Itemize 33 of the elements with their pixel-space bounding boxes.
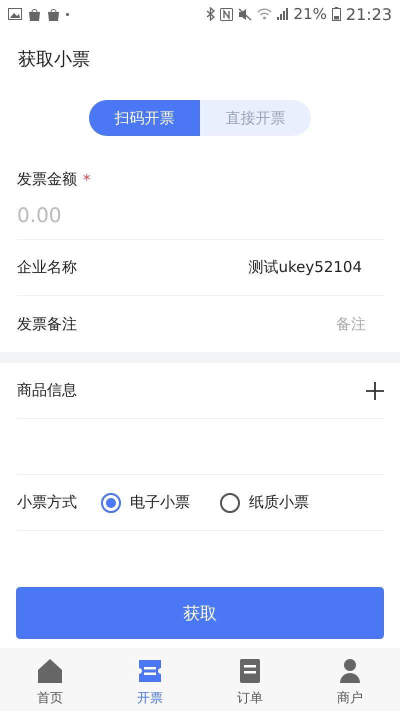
image-icon <box>8 8 22 20</box>
battery-icon <box>332 7 341 21</box>
battery-percent: 21% <box>294 5 327 23</box>
field-label: 小票方式 <box>17 493 77 512</box>
bag-icon <box>47 8 60 20</box>
radio-option[interactable]: 纸质小票 <box>220 492 309 512</box>
ticket-icon <box>136 657 164 685</box>
field-label: 商品信息 <box>17 381 77 400</box>
home-icon <box>36 657 64 685</box>
field-label: 发票备注 <box>17 314 77 334</box>
nav-tab[interactable]: 开票 <box>100 648 200 711</box>
required-mark: * <box>83 170 90 188</box>
submit-button[interactable]: 获取 <box>16 587 384 639</box>
nav-tab[interactable]: 订单 <box>200 648 300 711</box>
bluetooth-icon <box>206 7 215 21</box>
radio-icon[interactable] <box>220 492 240 512</box>
segment-tab[interactable]: 扫码开票 <box>89 100 200 136</box>
nfc-icon <box>220 8 233 20</box>
radio-icon[interactable] <box>101 492 121 512</box>
page-title: 获取小票 <box>18 48 90 71</box>
mute-icon <box>238 8 252 20</box>
wifi-icon <box>256 8 272 20</box>
nav-tab[interactable]: 首页 <box>0 648 100 711</box>
radio-option[interactable]: 电子小票 <box>101 492 190 512</box>
field-label: 发票金额 <box>17 170 77 189</box>
dot-icon <box>66 12 69 16</box>
company-name: 测试ukey52104 <box>248 258 362 277</box>
plus-icon[interactable] <box>366 382 384 400</box>
nav-tab[interactable]: 商户 <box>300 648 400 711</box>
clock-time: 21:23 <box>346 4 392 24</box>
signal-icon <box>276 8 289 20</box>
field-label: 企业名称 <box>17 258 77 277</box>
bag-icon <box>28 8 41 20</box>
